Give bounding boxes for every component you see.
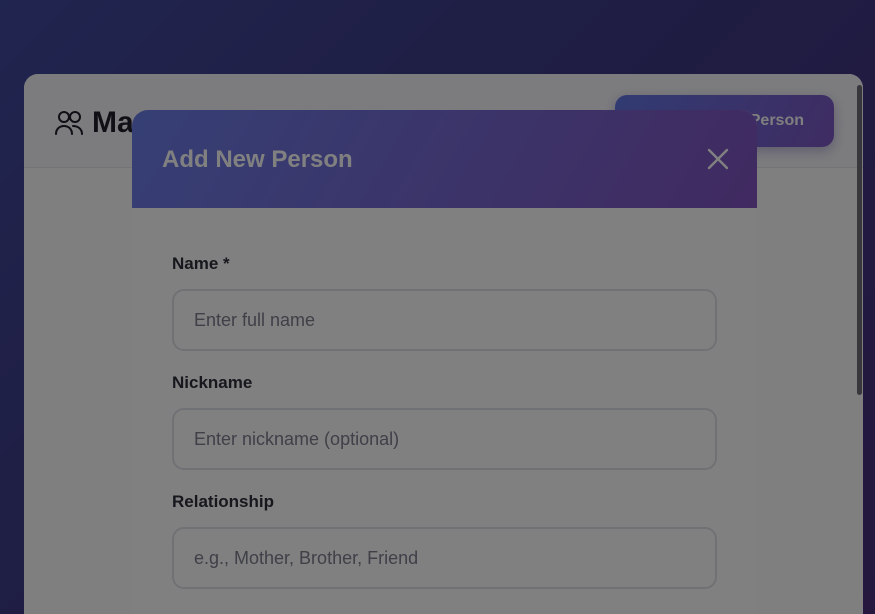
nickname-field-group: Nickname <box>172 373 717 470</box>
modal-header: Add New Person <box>132 110 757 208</box>
close-button[interactable] <box>705 146 731 172</box>
close-icon <box>707 148 729 170</box>
relationship-label: Relationship <box>172 492 275 511</box>
name-field-group: Name * <box>172 254 717 351</box>
nickname-label: Nickname <box>172 373 253 392</box>
name-label: Name * <box>172 254 230 273</box>
name-input[interactable] <box>172 289 717 351</box>
modal-title: Add New Person <box>162 146 353 173</box>
relationship-input[interactable] <box>172 527 717 589</box>
nickname-input[interactable] <box>172 408 717 470</box>
modal-body: Name * Nickname Relationship <box>132 208 757 589</box>
relationship-field-group: Relationship <box>172 492 717 589</box>
add-person-modal: Add New Person Name * Nickname Relations… <box>132 110 757 614</box>
